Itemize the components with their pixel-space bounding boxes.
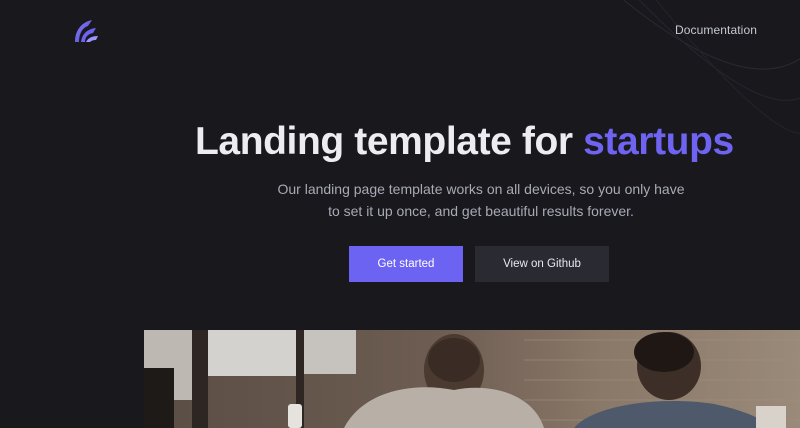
hero-title-main: Landing template for xyxy=(195,120,584,163)
nav-documentation-link[interactable]: Documentation xyxy=(675,23,757,37)
hero-photo-people-working xyxy=(144,330,800,428)
brand-logo-icon[interactable] xyxy=(72,18,100,44)
landing-page: Documentation Landing template for start… xyxy=(0,0,800,428)
hero-photo xyxy=(144,330,800,428)
hero-subtitle: Our landing page template works on all d… xyxy=(236,178,726,222)
site-header: Documentation xyxy=(0,0,800,62)
get-started-button[interactable]: Get started xyxy=(349,246,463,282)
hero-title-accent: startups xyxy=(583,120,734,163)
hero-subtitle-line-1: Our landing page template works on all d… xyxy=(277,181,685,197)
view-on-github-button[interactable]: View on Github xyxy=(475,246,609,282)
hero-title: Landing template for startups xyxy=(195,116,785,168)
hero-subtitle-line-2: to set it up once, and get beautiful res… xyxy=(328,203,634,219)
